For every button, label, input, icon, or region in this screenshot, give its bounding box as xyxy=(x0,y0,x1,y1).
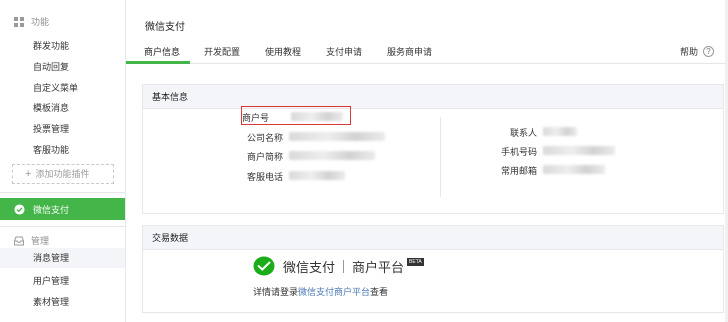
merchant-platform-link[interactable]: 微信支付商户平台 xyxy=(298,287,370,297)
sidebar-item-customer-service[interactable]: 客服功能 xyxy=(33,143,69,156)
logo-separator xyxy=(343,259,345,273)
section-manage-label: 管理 xyxy=(31,236,50,246)
sidebar: 功能 群发功能 自动回复 自定义菜单 模板消息 投票管理 客服功能 + 添加功能插… xyxy=(0,0,126,322)
merchant-id-value xyxy=(291,112,343,121)
trade-data-heading: 交易数据 xyxy=(143,226,723,250)
trade-description: 详情请登录微信支付商户平台查看 xyxy=(253,285,388,298)
mobile-value xyxy=(543,146,615,155)
wechat-pay-label: 微信支付 xyxy=(33,204,70,215)
service-phone-value xyxy=(289,171,345,180)
add-plugin-label: 添加功能插件 xyxy=(35,169,90,179)
service-phone-label: 客服电话 xyxy=(246,172,283,182)
tab-dev-config[interactable]: 开发配置 xyxy=(204,45,240,58)
desc-suffix: 查看 xyxy=(370,287,389,297)
help-link[interactable]: 帮助 ? xyxy=(680,45,714,58)
sidebar-section-features: 功能 xyxy=(14,15,49,28)
sidebar-item-vote-management[interactable]: 投票管理 xyxy=(33,122,69,135)
desc-prefix: 详情请登录 xyxy=(253,287,299,297)
sidebar-item-mass-send[interactable]: 群发功能 xyxy=(33,39,69,52)
tab-bar: 商户信息 开发配置 使用教程 支付申请 服务商申请 xyxy=(126,40,728,64)
email-value xyxy=(543,165,605,174)
tab-merchant-info[interactable]: 商户信息 xyxy=(144,45,180,58)
info-column-divider xyxy=(440,117,441,197)
trade-data-panel: 交易数据 微信支付 商户平台 BETA 详情请登录微信支付商户平台查看 xyxy=(142,225,724,313)
grid-icon xyxy=(14,16,24,27)
logo-wechat-pay-text: 微信支付 xyxy=(283,259,336,275)
merchant-id-label: 商户号 xyxy=(242,113,270,123)
email-label: 常用邮箱 xyxy=(500,166,537,176)
logo-merchant-platform-text: 商户平台 xyxy=(352,259,405,275)
sidebar-item-custom-menu[interactable]: 自定义菜单 xyxy=(33,81,78,94)
inbox-icon xyxy=(14,236,24,245)
check-circle-icon xyxy=(14,203,25,215)
sidebar-item-user-management[interactable]: 用户管理 xyxy=(33,274,69,287)
merchant-short-name-label: 商户简称 xyxy=(246,152,283,162)
sidebar-divider xyxy=(0,226,125,227)
contact-label: 联系人 xyxy=(509,128,537,138)
main-content: 微信支付 商户信息 开发配置 使用教程 支付申请 服务商申请 帮助 ? 基本信息… xyxy=(126,0,728,322)
sidebar-item-message-management[interactable]: 消息管理 xyxy=(0,248,125,268)
add-plugin-button[interactable]: + 添加功能插件 xyxy=(12,164,114,184)
sidebar-item-auto-reply[interactable]: 自动回复 xyxy=(33,60,69,73)
merchant-short-name-value xyxy=(289,151,375,160)
tab-pay-apply[interactable]: 支付申请 xyxy=(326,45,362,58)
help-label: 帮助 xyxy=(679,47,698,57)
tab-service-provider-apply[interactable]: 服务商申请 xyxy=(387,45,432,58)
plus-icon: + xyxy=(25,168,32,180)
sidebar-section-manage: 管理 xyxy=(14,234,49,247)
beta-badge: BETA xyxy=(407,258,424,266)
sidebar-item-material-management[interactable]: 素材管理 xyxy=(33,295,69,308)
sidebar-item-wechat-pay[interactable]: 微信支付 xyxy=(0,198,125,220)
section-features-label: 功能 xyxy=(31,17,50,27)
sidebar-divider xyxy=(0,192,125,193)
mobile-label: 手机号码 xyxy=(500,147,537,157)
company-name-value xyxy=(289,132,385,141)
basic-info-heading: 基本信息 xyxy=(143,85,723,109)
page-title: 微信支付 xyxy=(145,22,185,33)
tab-tutorial[interactable]: 使用教程 xyxy=(265,45,301,58)
contact-value xyxy=(543,127,577,136)
basic-info-panel: 基本信息 商户号 公司名称 商户简称 客服电话 联系人 手机号码 常用邮箱 xyxy=(142,84,724,214)
company-name-label: 公司名称 xyxy=(246,133,283,143)
wechat-pay-merchant-logo: 微信支付 商户平台 BETA xyxy=(253,256,424,276)
wechat-pay-logo-icon xyxy=(253,256,275,276)
active-tab-indicator xyxy=(126,61,190,64)
sidebar-item-template-message[interactable]: 模板消息 xyxy=(33,101,69,114)
question-icon: ? xyxy=(703,46,714,57)
